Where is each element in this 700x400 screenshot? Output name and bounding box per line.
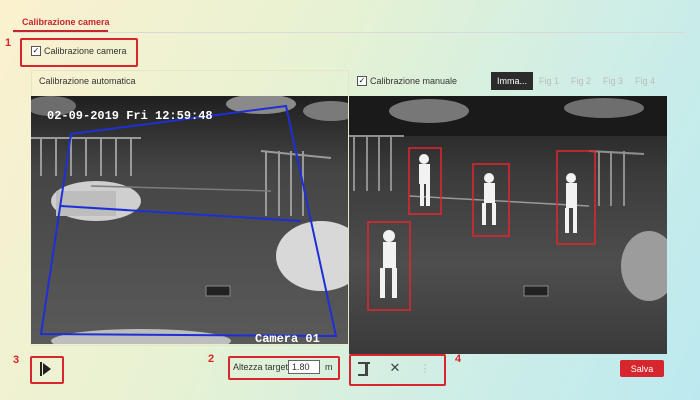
manual-calibration-row[interactable]: ✓ Calibrazione manuale <box>357 76 457 86</box>
camera-view-right[interactable] <box>349 96 667 354</box>
delete-button[interactable]: ✕ <box>387 360 403 376</box>
tab-divider <box>13 32 685 33</box>
draw-height-button[interactable] <box>356 361 372 377</box>
play-button[interactable] <box>40 362 52 376</box>
camera-view-left[interactable]: 02-09-2019 Fri 12:59:48 Camera 01 <box>31 96 348 344</box>
marker-1: 1 <box>5 37 12 49</box>
manual-calibration-label: Calibrazione manuale <box>370 76 458 86</box>
fig-tab-1[interactable]: Fig 1 <box>533 72 565 90</box>
target-height-unit: m <box>325 362 333 372</box>
marker-3: 3 <box>13 354 20 366</box>
main-checkbox-label: Calibrazione camera <box>44 46 127 56</box>
main-checkbox-row[interactable]: ✓ Calibrazione camera <box>31 46 127 56</box>
camera-scene <box>31 96 348 344</box>
play-icon <box>40 362 51 376</box>
more-vertical-icon: ⋮ <box>419 363 431 375</box>
osd-camera-label: Camera 01 <box>255 332 320 344</box>
fig-tab-image[interactable]: Imma... <box>491 72 534 90</box>
target-height-label: Altezza target <box>233 362 289 372</box>
marker-2: 2 <box>208 353 215 365</box>
more-button[interactable]: ⋮ <box>419 360 431 375</box>
fig-tab-4[interactable]: Fig 4 <box>629 72 661 90</box>
tab-calibrazione-camera[interactable]: Calibrazione camera <box>22 17 110 27</box>
main-checkbox[interactable]: ✓ <box>31 46 41 56</box>
fig-tab-2[interactable]: Fig 2 <box>565 72 597 90</box>
figure-tabs: Imma... Fig 1 Fig 2 Fig 3 Fig 4 <box>491 72 661 90</box>
fig-tab-3[interactable]: Fig 3 <box>597 72 629 90</box>
marker-4: 4 <box>455 353 462 365</box>
target-height-input[interactable]: 1.80 <box>288 360 320 374</box>
person-height-icon <box>358 362 370 376</box>
manual-calibration-checkbox[interactable]: ✓ <box>357 76 367 86</box>
osd-timestamp: 02-09-2019 Fri 12:59:48 <box>47 109 213 123</box>
close-icon: ✕ <box>389 360 401 375</box>
thermal-scene <box>349 96 667 311</box>
save-button[interactable]: Salva <box>620 360 664 377</box>
